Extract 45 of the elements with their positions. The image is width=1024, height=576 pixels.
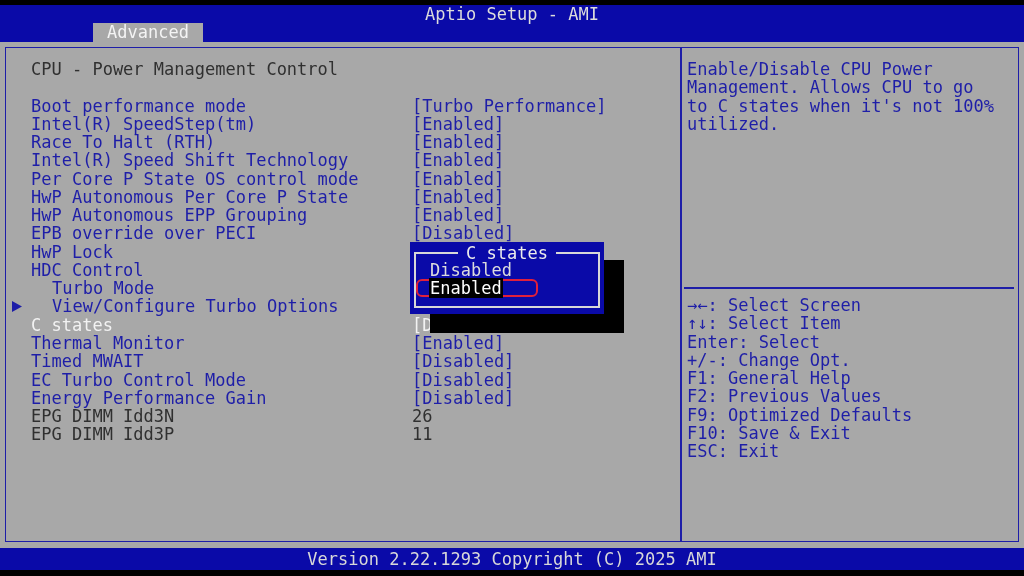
popup-option[interactable]: Enabled <box>429 278 503 299</box>
setting-value[interactable]: [Disabled] <box>412 224 515 243</box>
key-hint: ESC: Exit <box>687 442 780 461</box>
menu-item[interactable]: Thermal Monitor <box>31 334 185 353</box>
setting-value: 11 <box>412 425 433 444</box>
menu-item[interactable]: Intel(R) Speed Shift Technology <box>31 151 349 170</box>
setting-value[interactable]: [Enabled] <box>412 334 505 353</box>
help-description: Enable/Disable CPU Power Management. Allows CPU to go to C states when it's not 100% utilized. <box>687 60 996 134</box>
window-title: Aptio Setup - AMI <box>425 5 599 23</box>
setting-value: 26 <box>412 407 433 426</box>
menu-item[interactable]: View/Configure Turbo Options <box>52 297 339 316</box>
key-hint: ↑↓: Select Item <box>687 314 841 333</box>
key-hint: F1: General Help <box>687 369 851 388</box>
setting-value[interactable]: [Disabled] <box>412 388 515 408</box>
setting-value[interactable]: [Enabled] <box>412 206 505 225</box>
key-hint: +/-: Change Opt. <box>687 350 851 370</box>
setting-value[interactable]: [Enabled] <box>412 151 505 170</box>
setting-value[interactable]: [Turbo Performance] <box>412 96 607 115</box>
key-hint: →←: Select Screen <box>687 296 861 315</box>
menu-item[interactable]: EPB override over PECI <box>31 224 257 243</box>
menu-item[interactable]: HDC Control <box>31 260 144 280</box>
menu-item[interactable]: Boot performance mode <box>31 96 246 115</box>
menu-item[interactable]: HwP Lock <box>31 242 113 261</box>
status-bar-text: Version 2.22.1293 Copyright (C) 2025 AMI <box>307 549 717 569</box>
popup-title: C states <box>458 246 556 260</box>
section-title: CPU - Power Management Control <box>31 60 339 79</box>
submenu-arrow-icon <box>12 301 22 313</box>
setting-value[interactable]: [Enabled] <box>412 187 505 207</box>
menu-item[interactable]: Turbo Mode <box>52 279 155 298</box>
menu-item[interactable]: Race To Halt (RTH) <box>31 133 216 152</box>
popup-option[interactable]: Disabled <box>429 260 513 280</box>
key-hint: F9: Optimized Defaults <box>687 405 913 424</box>
key-hint: Enter: Select <box>687 332 821 351</box>
setting-value[interactable]: [Enabled] <box>412 133 505 152</box>
setting-value[interactable]: [Enabled] <box>412 169 505 188</box>
setting-value[interactable]: [Disabled] <box>412 352 515 371</box>
menu-item[interactable]: HwP Autonomous EPP Grouping <box>31 206 308 225</box>
menu-item[interactable]: EC Turbo Control Mode <box>31 370 246 389</box>
key-hint: F2: Previous Values <box>687 387 882 406</box>
menu-item[interactable]: HwP Autonomous Per Core P State <box>31 187 349 207</box>
menu-item[interactable]: Intel(R) SpeedStep(tm) <box>31 114 257 134</box>
setting-value[interactable]: [Enabled] <box>412 114 505 134</box>
setting-value[interactable]: [Disabled] <box>412 370 515 389</box>
menu-item[interactable]: Per Core P State OS control mode <box>31 169 359 188</box>
menu-item[interactable]: Timed MWAIT <box>31 352 144 371</box>
